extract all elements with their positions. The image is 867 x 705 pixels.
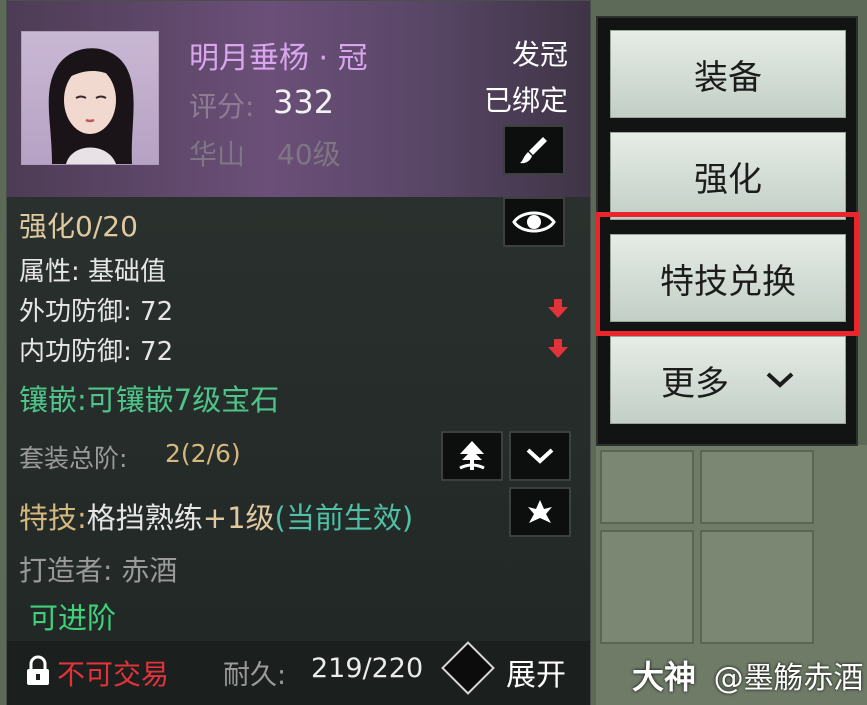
set-label: 套装总阶: <box>19 444 128 473</box>
decrease-arrow-icon <box>548 339 568 358</box>
skill-line: 特技:格挡熟练+1级(当前生效) <box>19 495 413 537</box>
watermark-logo: 大神 <box>632 658 697 696</box>
durability-label: 耐久: <box>223 660 287 691</box>
character-portrait <box>21 31 159 165</box>
set-tree-icon <box>459 441 485 470</box>
watermark: 大神 @墨觞赤酒 <box>632 652 864 698</box>
chevron-down-icon <box>766 372 794 388</box>
sect-requirement: 华山 <box>189 138 246 171</box>
skill-prefix: 特技: <box>19 501 87 535</box>
attribute-type: 属性: 基础值 <box>19 257 167 287</box>
skill-level: +1级 <box>202 501 275 535</box>
set-value: 2(2/6) <box>165 439 241 468</box>
watermark-user: @墨觞赤酒 <box>713 661 864 696</box>
skill-icon <box>528 500 552 523</box>
skill-name: 格挡熟练 <box>86 501 203 535</box>
background-tile <box>600 450 694 524</box>
preview-button[interactable] <box>503 197 565 247</box>
chevron-down-icon <box>526 448 554 464</box>
score-label: 评分: <box>189 90 255 123</box>
item-name: 明月垂杨 · 冠 <box>189 41 368 76</box>
background-tile <box>700 530 814 644</box>
skill-detail-button[interactable] <box>509 487 571 537</box>
lock-icon <box>27 655 49 685</box>
decrease-arrow-icon <box>548 299 568 318</box>
equip-label: 装备 <box>694 57 762 98</box>
expand-button[interactable]: 展开 <box>506 650 566 694</box>
level-requirement: 40级 <box>277 138 341 171</box>
outer-defense-stat: 外功防御: 72 <box>19 297 174 327</box>
more-button[interactable]: 更多 <box>610 336 846 424</box>
more-label: 更多 <box>661 363 729 404</box>
trade-status: 不可交易 <box>57 658 170 691</box>
inner-defense-stat: 内功防御: 72 <box>19 337 174 367</box>
brush-icon <box>520 137 547 164</box>
equipment-slot: 发冠 <box>511 38 568 71</box>
equip-button[interactable]: 装备 <box>610 30 846 118</box>
eye-icon <box>512 211 556 233</box>
skill-status: (当前生效) <box>274 501 414 535</box>
score-value: 332 <box>273 83 335 121</box>
background-tile <box>700 450 814 524</box>
durability-value: 219/220 <box>311 653 424 684</box>
enhance-level: 强化0/20 <box>19 210 138 243</box>
set-expand-button[interactable] <box>509 431 571 481</box>
crafter-info: 打造者: 赤酒 <box>19 554 178 587</box>
inlay-info: 镶嵌:可镶嵌7级宝石 <box>19 383 280 417</box>
advance-status: 可进阶 <box>29 601 117 635</box>
item-tooltip-panel: 明月垂杨 · 冠 评分: 332 华山 40级 发冠 已绑定 强化0/20 属性… <box>6 0 591 705</box>
enhance-label: 强化 <box>694 159 762 200</box>
bind-status: 已绑定 <box>483 84 568 117</box>
highlight-annotation <box>595 212 859 336</box>
enhance-button[interactable]: 强化 <box>610 132 846 220</box>
dye-button[interactable] <box>503 125 565 175</box>
background-tile <box>600 530 694 644</box>
set-upgrade-button[interactable] <box>441 431 503 481</box>
